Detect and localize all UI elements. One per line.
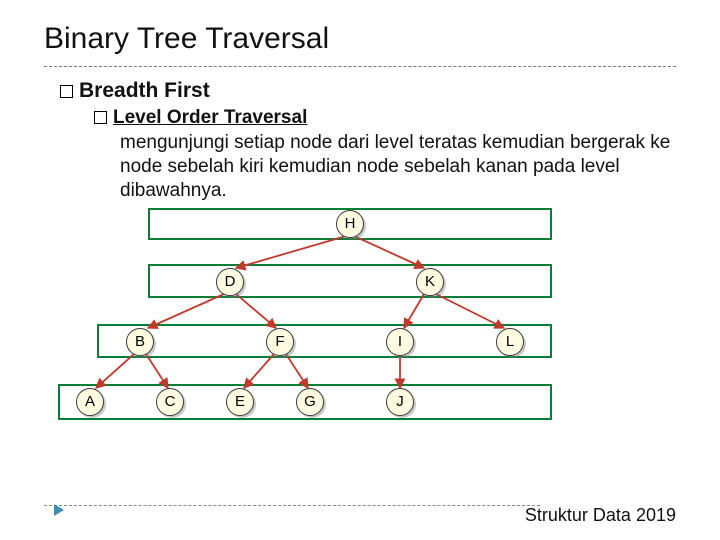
subheading-row: Level Order Traversal bbox=[60, 107, 676, 129]
triangle-bullet-icon bbox=[54, 504, 64, 516]
divider-bottom bbox=[44, 505, 540, 506]
tree-edges bbox=[0, 202, 720, 502]
tree-diagram: H D K B F I L A C E G J bbox=[0, 202, 720, 502]
page-title: Binary Tree Traversal bbox=[0, 0, 720, 66]
heading-breadth-first: Breadth First bbox=[60, 79, 676, 103]
content-block: Breadth First Level Order Traversal meng… bbox=[0, 75, 720, 202]
divider-top bbox=[44, 66, 676, 67]
heading-text: Breadth First bbox=[79, 79, 210, 102]
description-text: mengunjungi setiap node dari level terat… bbox=[120, 131, 676, 202]
subheading-text: Level Order Traversal bbox=[113, 107, 307, 128]
footer-text: Struktur Data 2019 bbox=[525, 505, 676, 526]
checkbox-icon bbox=[60, 85, 73, 98]
checkbox-icon bbox=[94, 111, 107, 124]
